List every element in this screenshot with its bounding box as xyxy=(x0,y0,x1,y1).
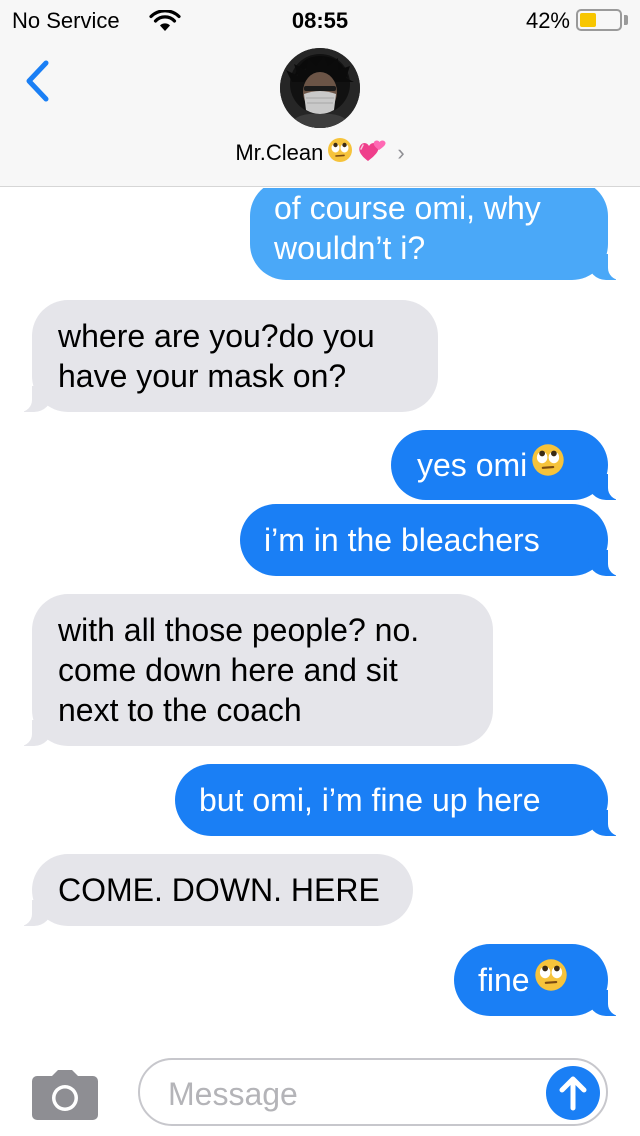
message-bubble-outgoing[interactable]: of course omi, why wouldn’t i? xyxy=(250,188,630,280)
battery-level-fill xyxy=(580,13,596,27)
face-with-rolling-eyes-icon xyxy=(534,958,568,1001)
message-text: of course omi, why xyxy=(274,190,541,226)
message-bubble-outgoing[interactable]: yes omi xyxy=(391,430,630,500)
message-text: i’m in the bleachers xyxy=(264,522,540,558)
battery-icon xyxy=(576,9,622,31)
status-bar: No Service 08:55 42% xyxy=(0,0,640,40)
chevron-right-icon: › xyxy=(397,140,405,165)
message-bubble-outgoing[interactable]: fine xyxy=(454,944,630,1016)
message-input[interactable] xyxy=(168,1074,538,1114)
conversation-header: Mr.Clean › xyxy=(0,40,640,187)
battery-percentage: 42% xyxy=(525,8,570,33)
message-text: yes omi xyxy=(417,447,528,483)
message-text: fine xyxy=(478,962,530,998)
avatar-image xyxy=(280,48,360,128)
chevron-left-icon[interactable] xyxy=(20,58,56,104)
message-text: with all those people? no. xyxy=(58,612,420,648)
message-text: have your mask on? xyxy=(58,358,347,394)
contact-details-button[interactable]: Mr.Clean › xyxy=(0,137,640,169)
message-bubble-outgoing[interactable]: i’m in the bleachers xyxy=(240,504,630,576)
message-text: where are you?do you xyxy=(58,318,375,354)
battery-tip xyxy=(624,15,628,25)
send-button[interactable] xyxy=(546,1066,600,1120)
two-hearts-icon xyxy=(357,137,387,169)
message-bubble-outgoing[interactable]: but omi, i’m fine up here xyxy=(175,764,630,836)
camera-icon[interactable] xyxy=(32,1070,98,1120)
contact-name: Mr.Clean xyxy=(235,140,324,165)
message-text: next to the coach xyxy=(58,692,302,728)
message-list: of course omi, why wouldn’t i? where are… xyxy=(0,188,640,1048)
message-bubble-incoming[interactable]: with all those people? no. come down her… xyxy=(10,594,493,746)
compose-bar xyxy=(0,1048,640,1136)
message-text: come down here and sit xyxy=(58,652,398,688)
face-with-rolling-eyes-icon xyxy=(531,443,565,486)
message-text: but omi, i’m fine up here xyxy=(199,782,541,818)
message-bubble-incoming[interactable]: COME. DOWN. HERE xyxy=(10,854,413,926)
contact-avatar[interactable] xyxy=(280,48,360,128)
arrow-up-icon xyxy=(559,1076,587,1111)
message-text: wouldn’t i? xyxy=(274,230,426,266)
message-text: COME. DOWN. HERE xyxy=(58,872,380,908)
message-bubble-incoming[interactable]: where are you?do you have your mask on? xyxy=(10,300,438,412)
message-field[interactable] xyxy=(138,1058,608,1126)
face-with-rolling-eyes-icon xyxy=(327,137,353,169)
